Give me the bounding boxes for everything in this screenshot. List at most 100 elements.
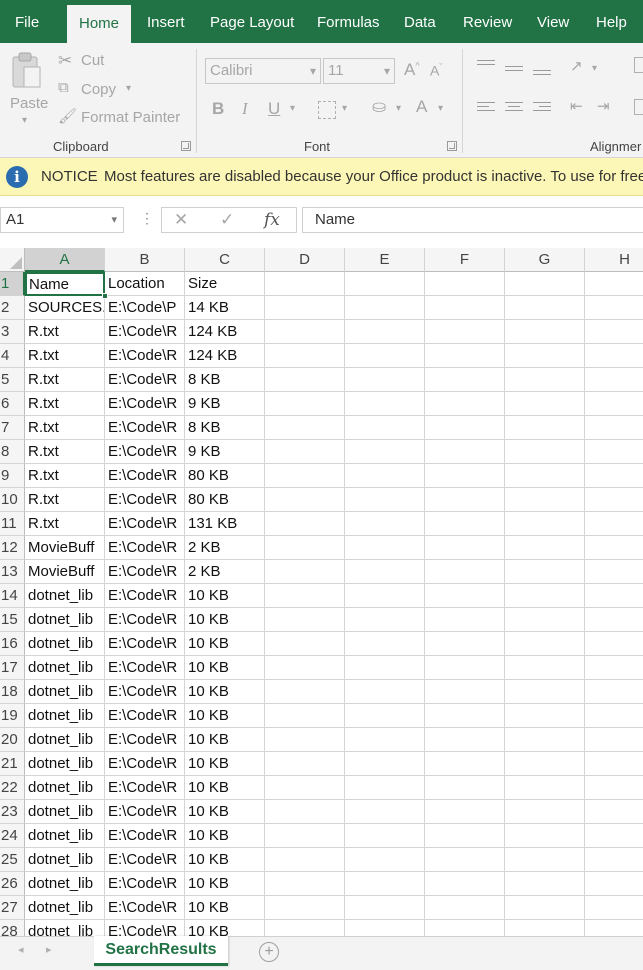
table-cell[interactable] [585, 728, 643, 752]
row-header[interactable]: 20 [0, 728, 25, 752]
table-cell[interactable]: MovieBuff [25, 560, 105, 584]
table-cell[interactable] [585, 368, 643, 392]
table-cell[interactable]: R.txt [25, 392, 105, 416]
tab-review[interactable]: Review [463, 0, 512, 43]
table-cell[interactable]: R.txt [25, 320, 105, 344]
table-cell[interactable]: 10 KB [185, 800, 265, 824]
table-cell[interactable] [345, 920, 425, 936]
chevron-down-icon[interactable]: ▾ [290, 103, 295, 114]
format-painter-button[interactable]: Format Painter [81, 109, 180, 126]
table-cell[interactable] [265, 704, 345, 728]
column-header-b[interactable]: B [105, 248, 185, 272]
table-cell[interactable]: E:\Code\R [105, 848, 185, 872]
table-cell[interactable] [265, 752, 345, 776]
chevron-down-icon[interactable]: ▾ [592, 63, 597, 74]
table-cell[interactable] [425, 632, 505, 656]
tab-view[interactable]: View [537, 0, 569, 43]
table-cell[interactable] [345, 440, 425, 464]
table-cell[interactable]: 10 KB [185, 608, 265, 632]
table-cell[interactable] [425, 824, 505, 848]
row-header[interactable]: 27 [0, 896, 25, 920]
table-cell[interactable] [345, 344, 425, 368]
font-name-dropdown[interactable]: Calibri ▾ [205, 58, 321, 84]
table-cell[interactable] [585, 464, 643, 488]
table-cell[interactable]: E:\Code\R [105, 344, 185, 368]
row-header[interactable]: 17 [0, 656, 25, 680]
table-cell[interactable]: E:\Code\R [105, 536, 185, 560]
table-cell[interactable] [505, 728, 585, 752]
table-cell[interactable]: 10 KB [185, 872, 265, 896]
align-middle-icon[interactable] [505, 63, 523, 74]
row-header[interactable]: 21 [0, 752, 25, 776]
table-cell[interactable]: 14 KB [185, 296, 265, 320]
table-cell[interactable] [425, 296, 505, 320]
table-cell[interactable] [265, 368, 345, 392]
table-cell[interactable] [265, 680, 345, 704]
table-cell[interactable]: 10 KB [185, 656, 265, 680]
table-cell[interactable] [505, 512, 585, 536]
table-cell[interactable] [505, 488, 585, 512]
table-cell[interactable] [425, 320, 505, 344]
table-cell[interactable] [265, 920, 345, 936]
table-cell[interactable]: 124 KB [185, 320, 265, 344]
tab-data[interactable]: Data [404, 0, 436, 43]
table-cell[interactable]: SOURCES.t [25, 296, 105, 320]
tab-formulas[interactable]: Formulas [317, 0, 380, 43]
table-cell[interactable] [265, 392, 345, 416]
table-cell[interactable]: dotnet_lib [25, 896, 105, 920]
table-cell[interactable]: dotnet_lib [25, 632, 105, 656]
table-cell[interactable] [425, 920, 505, 936]
row-header[interactable]: 1 [0, 272, 25, 296]
active-cell[interactable]: Name [25, 272, 105, 296]
table-cell[interactable] [265, 776, 345, 800]
table-cell[interactable]: E:\Code\R [105, 560, 185, 584]
table-cell[interactable] [585, 896, 643, 920]
table-cell[interactable] [265, 464, 345, 488]
table-cell[interactable]: dotnet_lib [25, 800, 105, 824]
table-cell[interactable] [505, 272, 585, 296]
chevron-down-icon[interactable]: ▾ [396, 103, 401, 114]
table-cell[interactable] [265, 872, 345, 896]
tab-file[interactable]: File [15, 0, 39, 43]
row-header[interactable]: 3 [0, 320, 25, 344]
row-header[interactable]: 10 [0, 488, 25, 512]
table-cell[interactable] [265, 560, 345, 584]
row-header[interactable]: 4 [0, 344, 25, 368]
tab-insert[interactable]: Insert [147, 0, 185, 43]
row-header[interactable]: 9 [0, 464, 25, 488]
italic-icon[interactable]: I [242, 99, 248, 119]
table-cell[interactable]: 2 KB [185, 560, 265, 584]
table-cell[interactable]: dotnet_lib [25, 608, 105, 632]
table-cell[interactable]: E:\Code\R [105, 368, 185, 392]
table-cell[interactable] [585, 272, 643, 296]
table-cell[interactable]: E:\Code\R [105, 752, 185, 776]
chevron-down-icon[interactable]: ▾ [126, 83, 131, 94]
borders-icon[interactable] [318, 101, 336, 119]
merge-center-icon[interactable] [634, 99, 643, 115]
table-cell[interactable] [505, 464, 585, 488]
table-cell[interactable] [585, 632, 643, 656]
table-cell[interactable] [505, 848, 585, 872]
table-cell[interactable] [425, 584, 505, 608]
table-cell[interactable] [345, 800, 425, 824]
paste-button[interactable] [10, 51, 44, 95]
table-cell[interactable] [505, 752, 585, 776]
table-cell[interactable] [505, 680, 585, 704]
table-cell[interactable] [265, 608, 345, 632]
table-cell[interactable] [345, 536, 425, 560]
table-cell[interactable] [505, 632, 585, 656]
row-header[interactable]: 26 [0, 872, 25, 896]
table-cell[interactable]: R.txt [25, 344, 105, 368]
table-cell[interactable] [265, 656, 345, 680]
copy-button[interactable]: Copy [81, 81, 116, 98]
table-cell[interactable] [265, 344, 345, 368]
chevron-down-icon[interactable]: ▾ [438, 103, 443, 114]
table-cell[interactable] [585, 824, 643, 848]
table-cell[interactable]: dotnet_lib [25, 584, 105, 608]
table-cell[interactable]: dotnet_lib [25, 920, 105, 936]
table-cell[interactable]: E:\Code\R [105, 392, 185, 416]
table-cell[interactable] [585, 776, 643, 800]
table-cell[interactable]: E:\Code\R [105, 608, 185, 632]
table-cell[interactable] [585, 848, 643, 872]
table-cell[interactable] [345, 296, 425, 320]
